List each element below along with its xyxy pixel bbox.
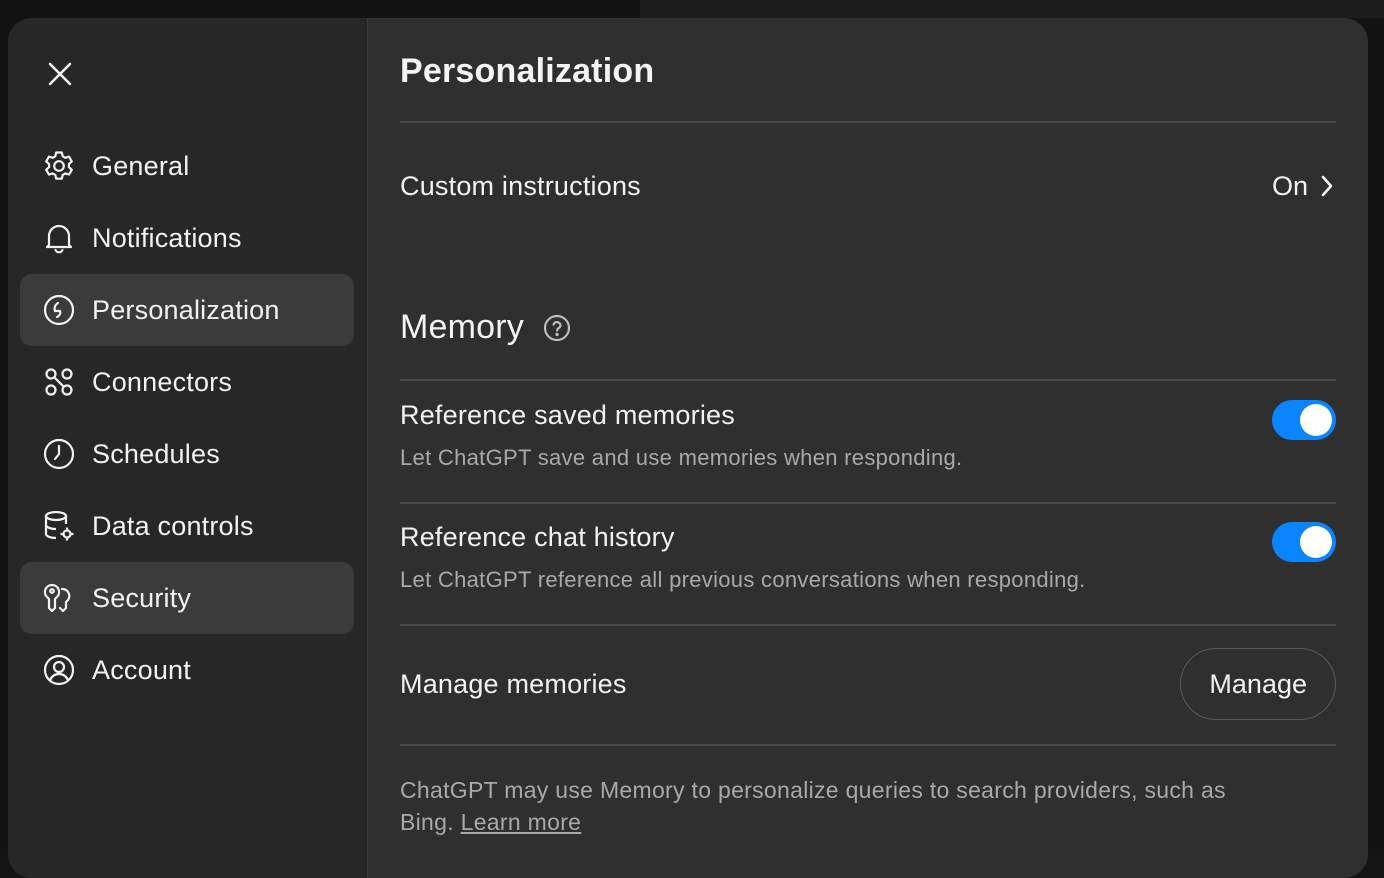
close-icon (47, 61, 73, 87)
chevron-right-icon (1318, 174, 1336, 198)
sidebar-item-security[interactable]: Security (20, 562, 354, 634)
divider (400, 624, 1336, 626)
sidebar-item-label: Connectors (92, 367, 232, 398)
user-circle-icon (42, 652, 78, 688)
custom-instructions-value[interactable]: On (1272, 171, 1336, 202)
sidebar-item-general[interactable]: General (20, 130, 354, 202)
setting-reference-saved-memories: Reference saved memories Let ChatGPT sav… (400, 400, 1336, 471)
sidebar-item-schedules[interactable]: Schedules (20, 418, 354, 490)
custom-instructions-status: On (1272, 171, 1308, 202)
sidebar-item-personalization[interactable]: Personalization (20, 274, 354, 346)
divider (400, 744, 1336, 746)
memory-heading: Memory (400, 308, 572, 347)
setting-label: Reference chat history (400, 522, 1336, 553)
sidebar-item-label: Notifications (92, 223, 242, 254)
memory-footnote: ChatGPT may use Memory to personalize qu… (400, 774, 1240, 838)
page-title: Personalization (400, 52, 654, 91)
background-content (640, 0, 1384, 18)
connectors-icon (42, 364, 78, 400)
sidebar-item-label: Security (92, 583, 191, 614)
memory-title: Memory (400, 308, 524, 347)
learn-more-link[interactable]: Learn more (461, 809, 582, 835)
setting-description: Let ChatGPT save and use memories when r… (400, 445, 962, 470)
setting-description: Let ChatGPT reference all previous conve… (400, 567, 1086, 592)
reference-saved-memories-toggle[interactable] (1272, 400, 1336, 440)
manage-button[interactable]: Manage (1180, 648, 1336, 720)
divider (400, 502, 1336, 504)
setting-label: Reference saved memories (400, 400, 1336, 431)
divider (400, 121, 1336, 123)
settings-content: Personalization Custom instructions On M… (368, 18, 1368, 878)
sidebar-item-label: General (92, 151, 189, 182)
sidebar-item-notifications[interactable]: Notifications (20, 202, 354, 274)
sidebar-item-connectors[interactable]: Connectors (20, 346, 354, 418)
sidebar-item-label: Data controls (92, 511, 254, 542)
sidebar-item-data-controls[interactable]: Data controls (20, 490, 354, 562)
sidebar-item-label: Schedules (92, 439, 220, 470)
gear-icon (42, 148, 78, 184)
sidebar-item-label: Personalization (92, 295, 280, 326)
manage-memories-label: Manage memories (400, 669, 627, 700)
personalization-icon (42, 292, 78, 328)
clock-icon (42, 436, 78, 472)
settings-sidebar: General Notifications (8, 18, 368, 878)
divider (400, 379, 1336, 381)
custom-instructions-row[interactable]: Custom instructions On (400, 166, 1336, 206)
sidebar-item-label: Account (92, 655, 191, 686)
toggle-knob (1300, 526, 1332, 558)
settings-nav: General Notifications (20, 130, 354, 706)
toggle-knob (1300, 404, 1332, 436)
reference-chat-history-toggle[interactable] (1272, 522, 1336, 562)
key-icon (42, 580, 78, 616)
bell-icon (42, 220, 78, 256)
manage-memories-row: Manage memories Manage (400, 648, 1336, 720)
database-gear-icon (42, 508, 78, 544)
sidebar-item-account[interactable]: Account (20, 634, 354, 706)
close-button[interactable] (42, 56, 78, 92)
help-circle-icon[interactable] (542, 313, 572, 343)
settings-dialog: General Notifications (8, 18, 1368, 878)
setting-reference-chat-history: Reference chat history Let ChatGPT refer… (400, 522, 1336, 593)
custom-instructions-label: Custom instructions (400, 171, 641, 202)
